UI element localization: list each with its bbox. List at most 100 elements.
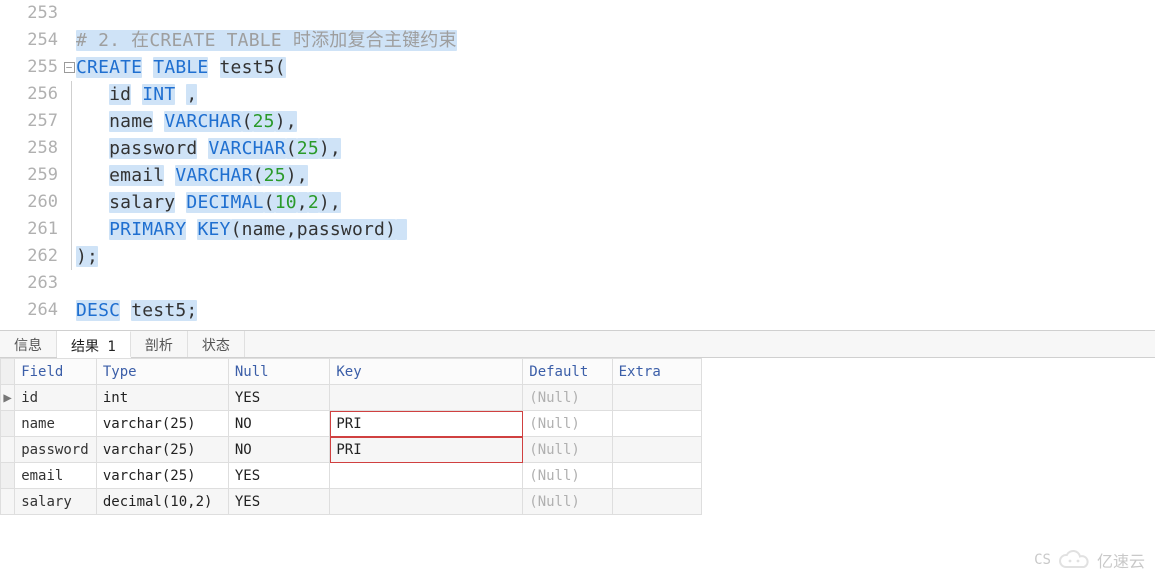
fold-gutter [62,27,76,54]
cell[interactable]: decimal(10,2) [96,489,228,515]
cell[interactable]: (Null) [523,437,612,463]
cell[interactable] [612,463,701,489]
line-number: 253 [0,0,62,27]
fold-gutter [62,297,76,324]
col-header[interactable]: Null [228,359,330,385]
fold-gutter [62,216,76,243]
line-number: 263 [0,270,62,297]
cloud-icon [1057,549,1091,571]
cell[interactable]: (Null) [523,385,612,411]
code-line[interactable]: 261 PRIMARY KEY(name,password) [0,216,1155,243]
line-number: 261 [0,216,62,243]
fold-gutter [62,270,76,297]
cell[interactable]: email [15,463,97,489]
code-line[interactable]: 258 password VARCHAR(25), [0,135,1155,162]
code-content[interactable]: salary DECIMAL(10,2), [76,189,1155,216]
code-content[interactable]: DESC test5; [76,297,1155,324]
cell[interactable]: varchar(25) [96,437,228,463]
cell[interactable]: name [15,411,97,437]
code-content[interactable]: id INT , [76,81,1155,108]
code-content[interactable]: # 2. 在CREATE TABLE 时添加复合主键约束 [76,27,1155,54]
cell[interactable]: int [96,385,228,411]
cell[interactable]: PRI [330,437,523,463]
sql-editor[interactable]: 253254# 2. 在CREATE TABLE 时添加复合主键约束255−CR… [0,0,1155,324]
code-line[interactable]: 259 email VARCHAR(25), [0,162,1155,189]
fold-gutter [62,243,76,270]
cell[interactable]: YES [228,463,330,489]
code-line[interactable]: 263 [0,270,1155,297]
line-number: 256 [0,81,62,108]
tab-结果 1[interactable]: 结果 1 [57,331,131,358]
watermark: CS 亿速云 [1034,548,1145,572]
result-grid[interactable]: FieldTypeNullKeyDefaultExtra▶idintYES(Nu… [0,358,702,515]
tab-信息[interactable]: 信息 [0,331,57,357]
watermark-cs: CS [1034,552,1051,568]
row-marker-header [1,359,15,385]
cell[interactable]: NO [228,437,330,463]
cell[interactable]: PRI [330,411,523,437]
row-marker [1,437,15,463]
col-header[interactable]: Type [96,359,228,385]
cell[interactable] [330,489,523,515]
col-header[interactable]: Default [523,359,612,385]
table-row[interactable]: salarydecimal(10,2)YES (Null) [1,489,702,515]
fold-gutter [62,189,76,216]
code-content[interactable] [76,0,1155,27]
code-line[interactable]: 255−CREATE TABLE test5( [0,54,1155,81]
cell[interactable]: NO [228,411,330,437]
code-content[interactable]: CREATE TABLE test5( [76,54,1155,81]
code-content[interactable]: ); [76,243,1155,270]
cell[interactable]: varchar(25) [96,463,228,489]
table-row[interactable]: ▶idintYES (Null) [1,385,702,411]
row-marker [1,489,15,515]
watermark-text: 亿速云 [1097,548,1145,572]
code-content[interactable] [76,270,1155,297]
col-header[interactable]: Key [330,359,523,385]
cell[interactable] [330,463,523,489]
row-marker: ▶ [1,385,15,411]
code-line[interactable]: 262); [0,243,1155,270]
cell[interactable]: (Null) [523,489,612,515]
code-content[interactable]: email VARCHAR(25), [76,162,1155,189]
line-number: 264 [0,297,62,324]
line-number: 254 [0,27,62,54]
cell[interactable] [612,437,701,463]
row-marker [1,411,15,437]
code-line[interactable]: 253 [0,0,1155,27]
code-content[interactable]: password VARCHAR(25), [76,135,1155,162]
table-row[interactable]: emailvarchar(25)YES (Null) [1,463,702,489]
code-line[interactable]: 260 salary DECIMAL(10,2), [0,189,1155,216]
cell[interactable]: varchar(25) [96,411,228,437]
code-line[interactable]: 256 id INT , [0,81,1155,108]
cell[interactable]: salary [15,489,97,515]
line-number: 262 [0,243,62,270]
table-row[interactable]: namevarchar(25)NOPRI(Null) [1,411,702,437]
cell[interactable]: YES [228,489,330,515]
code-content[interactable]: PRIMARY KEY(name,password) [76,216,1155,243]
table-row[interactable]: passwordvarchar(25)NOPRI(Null) [1,437,702,463]
cell[interactable]: (Null) [523,463,612,489]
tab-状态[interactable]: 状态 [188,331,245,357]
line-number: 255 [0,54,62,81]
col-header[interactable]: Field [15,359,97,385]
cell[interactable]: YES [228,385,330,411]
tab-剖析[interactable]: 剖析 [131,331,188,357]
col-header[interactable]: Extra [612,359,701,385]
line-number: 258 [0,135,62,162]
cell[interactable] [612,385,701,411]
cell[interactable]: id [15,385,97,411]
fold-gutter[interactable]: − [62,54,76,81]
cell[interactable] [330,385,523,411]
cell[interactable] [612,489,701,515]
code-line[interactable]: 264 DESC test5; [0,297,1155,324]
code-line[interactable]: 257 name VARCHAR(25), [0,108,1155,135]
code-content[interactable]: name VARCHAR(25), [76,108,1155,135]
cell[interactable]: (Null) [523,411,612,437]
cell[interactable]: password [15,437,97,463]
code-line[interactable]: 254 # 2. 在CREATE TABLE 时添加复合主键约束 [0,27,1155,54]
result-tabs: 信息结果 1剖析状态 [0,330,1155,358]
cell[interactable] [612,411,701,437]
fold-gutter [62,162,76,189]
line-number: 260 [0,189,62,216]
line-number: 257 [0,108,62,135]
